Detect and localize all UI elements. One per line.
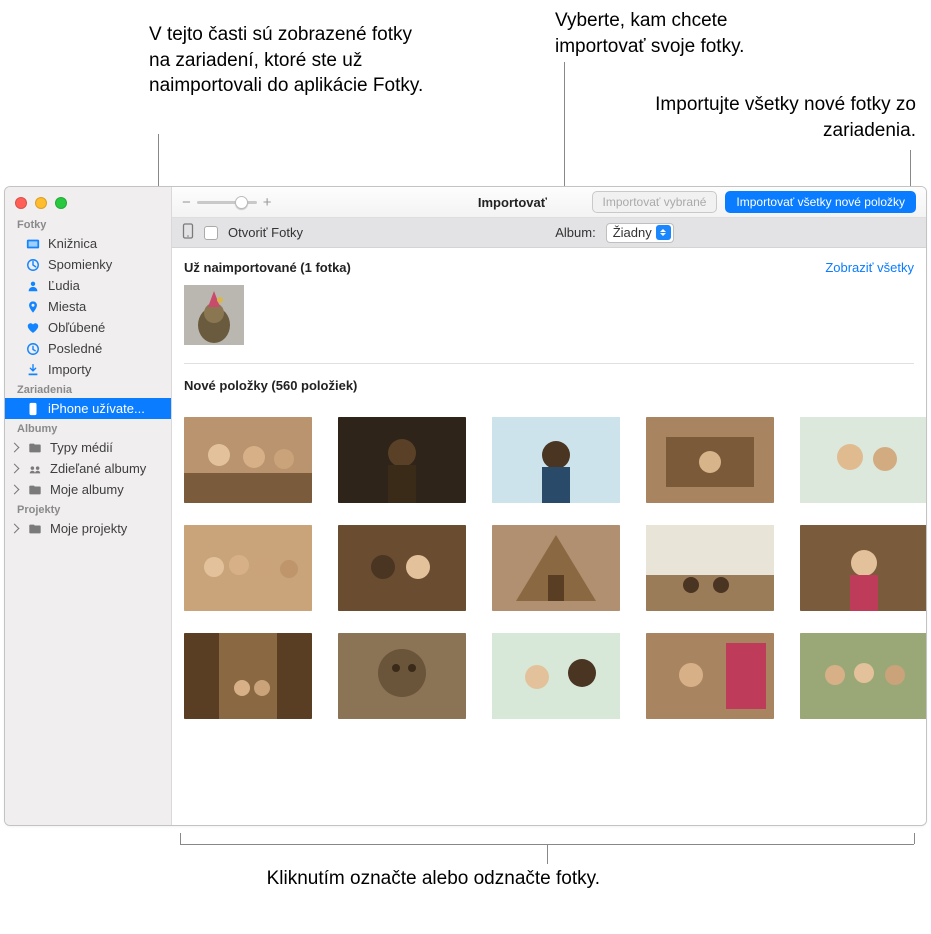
callout-already-imported: V tejto časti sú zobrazené fotky na zari…	[149, 22, 429, 99]
photo-thumbnail[interactable]	[184, 417, 312, 503]
sidebar-item-label: Knižnica	[48, 236, 97, 251]
sidebar-item-my-projects[interactable]: Moje projekty	[5, 518, 171, 539]
sidebar-item-device[interactable]: iPhone užívate...	[5, 398, 171, 419]
library-icon	[25, 237, 41, 251]
import-selected-button[interactable]: Importovať vybrané	[592, 191, 718, 213]
sidebar-item-label: Zdieľané albumy	[50, 461, 146, 476]
page-title: Importovať	[478, 195, 547, 210]
zoom-in-label: +	[263, 194, 272, 211]
new-items-heading: Nové položky (560 položiek)	[184, 378, 357, 393]
heart-icon	[25, 321, 41, 335]
photo-thumbnail[interactable]	[646, 525, 774, 611]
sidebar-item-label: Moje projekty	[50, 521, 127, 536]
sidebar-item-label: Ľudia	[48, 278, 80, 293]
sidebar-section-albums: Albumy	[5, 419, 171, 437]
disclosure-icon	[10, 485, 20, 495]
folder-icon	[27, 441, 43, 455]
sidebar-item-label: Importy	[48, 362, 91, 377]
import-all-new-button[interactable]: Importovať všetky nové položky	[725, 191, 916, 213]
download-icon	[25, 363, 41, 377]
sidebar-item-media-types[interactable]: Typy médií	[5, 437, 171, 458]
slider-track[interactable]	[197, 201, 257, 204]
callout-click-select: Kliknutím označte alebo odznačte fotky.	[220, 866, 600, 892]
disclosure-icon	[10, 524, 20, 534]
places-icon	[25, 300, 41, 314]
zoom-slider[interactable]: − +	[182, 194, 272, 211]
main-pane: − + Importovať Importovať vybrané Import…	[172, 187, 926, 825]
photo-thumbnail[interactable]	[338, 525, 466, 611]
close-window-button[interactable]	[15, 197, 27, 209]
section-divider	[184, 363, 914, 364]
open-photos-label: Otvoriť Fotky	[228, 225, 303, 240]
photo-thumbnail[interactable]	[646, 633, 774, 719]
minimize-window-button[interactable]	[35, 197, 47, 209]
app-window: Fotky Knižnica Spomienky Ľudia Miesta Ob…	[4, 186, 927, 826]
sidebar-item-label: Typy médií	[50, 440, 113, 455]
zoom-out-label: −	[182, 194, 191, 211]
clock-icon	[25, 342, 41, 356]
album-selected-value: Žiadny	[613, 225, 652, 240]
photo-thumbnail[interactable]	[492, 633, 620, 719]
content-area: Už naimportované (1 fotka) Zobraziť všet…	[172, 248, 926, 825]
import-options-bar: Otvoriť Fotky Album: Žiadny	[172, 218, 926, 248]
album-destination-select[interactable]: Žiadny	[606, 223, 674, 243]
disclosure-icon	[10, 464, 20, 474]
new-items-grid	[184, 403, 914, 719]
photo-thumbnail[interactable]	[338, 417, 466, 503]
slider-thumb[interactable]	[235, 196, 248, 209]
people-icon	[25, 279, 41, 293]
photo-thumbnail[interactable]	[800, 633, 926, 719]
sidebar-item-shared-albums[interactable]: Zdieľané albumy	[5, 458, 171, 479]
window-controls	[5, 190, 171, 215]
leader-line	[547, 844, 548, 864]
photo-thumbnail[interactable]	[492, 525, 620, 611]
photo-thumbnail[interactable]	[800, 417, 926, 503]
sidebar-item-recent[interactable]: Posledné	[5, 338, 171, 359]
zoom-window-button[interactable]	[55, 197, 67, 209]
sidebar-section-devices: Zariadenia	[5, 380, 171, 398]
sidebar-item-label: iPhone užívate...	[48, 401, 145, 416]
disclosure-icon	[10, 443, 20, 453]
sidebar-item-label: Moje albumy	[50, 482, 124, 497]
sidebar-item-my-albums[interactable]: Moje albumy	[5, 479, 171, 500]
folder-icon	[27, 522, 43, 536]
phone-icon	[182, 223, 194, 242]
photo-thumbnail[interactable]	[184, 525, 312, 611]
leader-line	[914, 833, 915, 844]
photo-thumbnail[interactable]	[338, 633, 466, 719]
sidebar-item-label: Miesta	[48, 299, 86, 314]
sidebar-item-label: Posledné	[48, 341, 102, 356]
callout-import-all-new: Importujte všetky nové fotky zo zariaden…	[576, 92, 916, 143]
imported-photo-thumbnail[interactable]	[184, 285, 244, 345]
sidebar-item-places[interactable]: Miesta	[5, 296, 171, 317]
shared-icon	[27, 462, 43, 476]
memories-icon	[25, 258, 41, 272]
sidebar-item-people[interactable]: Ľudia	[5, 275, 171, 296]
photo-thumbnail[interactable]	[800, 525, 926, 611]
sidebar-section-photos: Fotky	[5, 215, 171, 233]
photo-thumbnail[interactable]	[184, 633, 312, 719]
sidebar-item-memories[interactable]: Spomienky	[5, 254, 171, 275]
already-imported-heading: Už naimportované (1 fotka)	[184, 260, 351, 275]
album-label: Album:	[555, 225, 595, 240]
leader-line	[180, 833, 181, 844]
open-photos-checkbox[interactable]	[204, 226, 218, 240]
sidebar-item-favorites[interactable]: Obľúbené	[5, 317, 171, 338]
photo-thumbnail[interactable]	[646, 417, 774, 503]
sidebar-item-label: Spomienky	[48, 257, 112, 272]
sidebar-item-library[interactable]: Knižnica	[5, 233, 171, 254]
photo-thumbnail[interactable]	[492, 417, 620, 503]
sidebar-section-projects: Projekty	[5, 500, 171, 518]
sidebar-item-label: Obľúbené	[48, 320, 105, 335]
callout-choose-destination: Vyberte, kam chcete importovať svoje fot…	[555, 8, 815, 59]
sidebar: Fotky Knižnica Spomienky Ľudia Miesta Ob…	[5, 187, 172, 825]
phone-icon	[25, 402, 41, 416]
show-all-link[interactable]: Zobraziť všetky	[825, 260, 914, 275]
toolbar: − + Importovať Importovať vybrané Import…	[172, 187, 926, 218]
select-arrows-icon	[656, 225, 671, 240]
sidebar-item-imports[interactable]: Importy	[5, 359, 171, 380]
folder-icon	[27, 483, 43, 497]
